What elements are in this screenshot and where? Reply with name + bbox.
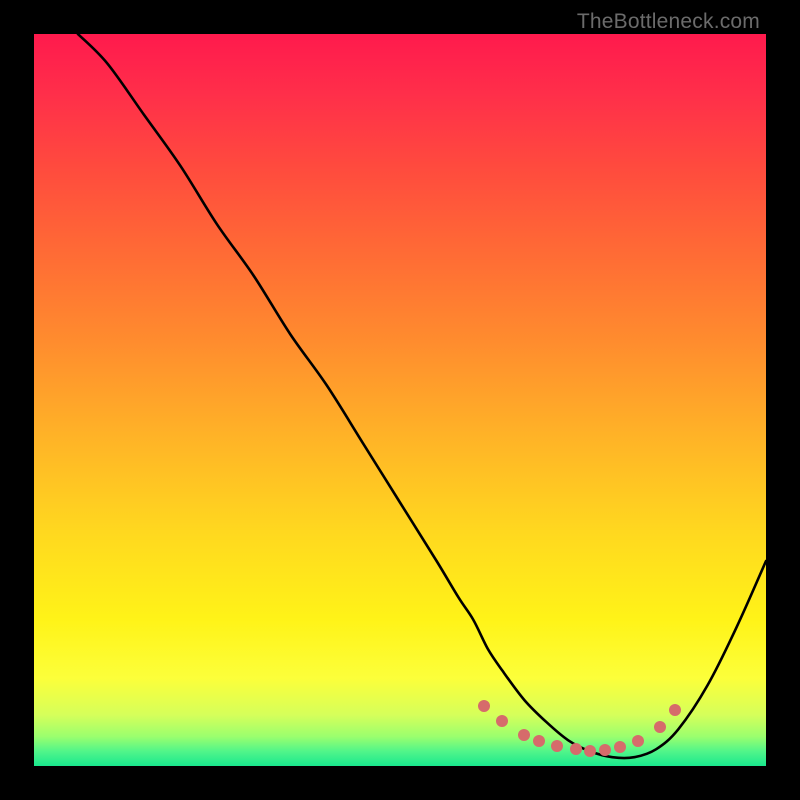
bottleneck-curve <box>34 34 766 766</box>
valley-marker-dot <box>533 735 545 747</box>
valley-marker-dot <box>551 740 563 752</box>
valley-marker-dot <box>478 700 490 712</box>
watermark-text: TheBottleneck.com <box>577 10 760 34</box>
valley-marker-dot <box>570 743 582 755</box>
plot-area <box>34 34 766 766</box>
valley-marker-dot <box>632 735 644 747</box>
valley-marker-dot <box>496 715 508 727</box>
valley-marker-dot <box>669 704 681 716</box>
valley-marker-dot <box>599 744 611 756</box>
chart-frame: TheBottleneck.com <box>0 0 800 800</box>
valley-marker-dot <box>584 745 596 757</box>
valley-marker-dot <box>518 729 530 741</box>
valley-marker-dot <box>654 721 666 733</box>
valley-marker-dot <box>614 741 626 753</box>
